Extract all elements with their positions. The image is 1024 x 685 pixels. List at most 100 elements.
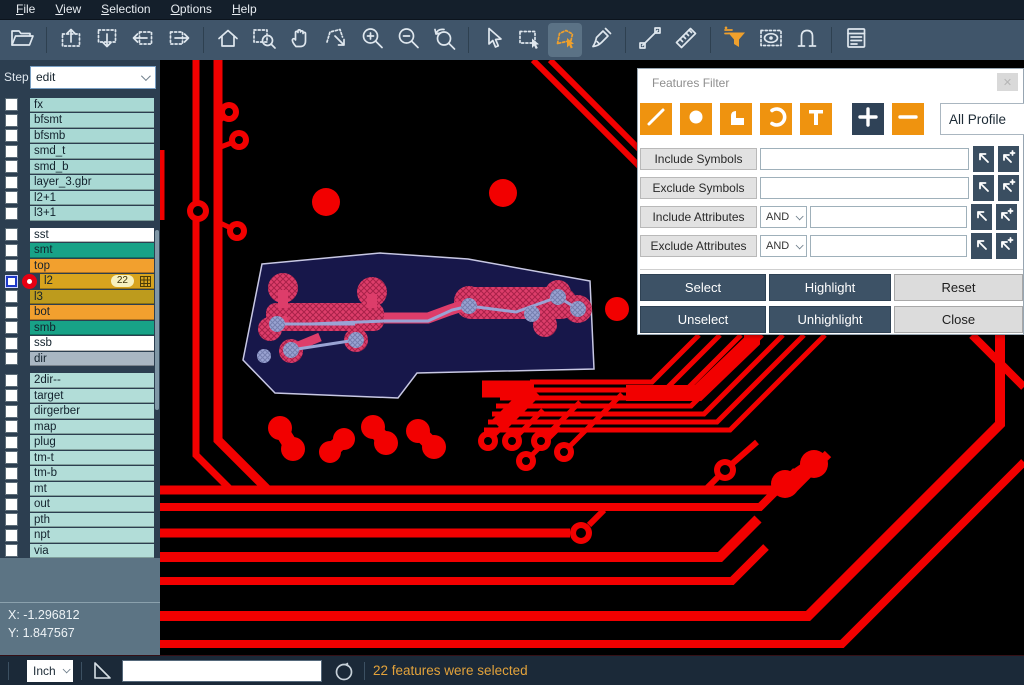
exclude-symbols-input[interactable] xyxy=(760,177,969,199)
layer-grid-icon[interactable] xyxy=(140,276,151,287)
layer-name-cell[interactable]: dirgerber xyxy=(30,404,154,419)
layer-name-cell[interactable]: 2dir-- xyxy=(30,373,154,388)
arc-filter-button[interactable] xyxy=(760,103,792,135)
layer-row-dirgerber[interactable]: dirgerber xyxy=(0,404,160,420)
layer-visibility-checkbox[interactable] xyxy=(5,405,18,418)
menu-view[interactable]: View xyxy=(45,1,91,18)
exclude-attributes-input[interactable] xyxy=(810,235,967,257)
layer-name-cell[interactable]: via xyxy=(30,544,154,559)
layer-row-bfsmb[interactable]: bfsmb xyxy=(0,128,160,144)
layer-row-l2[interactable]: l222 xyxy=(0,274,160,290)
layer-visibility-checkbox[interactable] xyxy=(5,145,18,158)
layer-visibility-checkbox[interactable] xyxy=(5,467,18,480)
layer-visibility-checkbox[interactable] xyxy=(5,290,18,303)
units-select[interactable]: Inch xyxy=(27,660,73,682)
include-symbols-button[interactable]: Include Symbols xyxy=(640,148,757,170)
layer-name-cell[interactable]: plug xyxy=(30,435,154,450)
refresh-icon[interactable] xyxy=(332,659,356,683)
shift-up-button[interactable] xyxy=(54,23,88,57)
include-attributes-input[interactable] xyxy=(810,206,967,228)
layer-name-cell[interactable]: pth xyxy=(30,513,154,528)
layer-row-mt[interactable]: mt xyxy=(0,481,160,497)
layer-name-cell[interactable]: sst xyxy=(30,228,154,243)
pick-add-symbol-button[interactable] xyxy=(998,175,1019,201)
layer-row-smb[interactable]: smb xyxy=(0,320,160,336)
include-symbols-input[interactable] xyxy=(760,148,969,170)
menu-options[interactable]: Options xyxy=(161,1,222,18)
layer-name-cell[interactable]: target xyxy=(30,389,154,404)
layer-visibility-checkbox[interactable] xyxy=(5,306,18,319)
layer-row-top[interactable]: top xyxy=(0,258,160,274)
layer-row-fx[interactable]: fx xyxy=(0,97,160,113)
layer-name-cell[interactable]: mt xyxy=(30,482,154,497)
net-trace-button[interactable] xyxy=(790,23,824,57)
layer-row-target[interactable]: target xyxy=(0,388,160,404)
layer-name-cell[interactable]: dir xyxy=(30,352,154,367)
layer-name-cell[interactable]: map xyxy=(30,420,154,435)
pick-attribute-button[interactable] xyxy=(971,233,992,259)
layer-row-tm-t[interactable]: tm-t xyxy=(0,450,160,466)
pad-filter-button[interactable] xyxy=(680,103,712,135)
layer-visibility-checkbox[interactable] xyxy=(5,544,18,557)
zoom-object-button[interactable] xyxy=(319,23,353,57)
text-filter-button[interactable] xyxy=(800,103,832,135)
layer-row-2dir--[interactable]: 2dir-- xyxy=(0,373,160,389)
layer-row-l3+1[interactable]: l3+1 xyxy=(0,206,160,222)
line-filter-button[interactable] xyxy=(640,103,672,135)
pick-symbol-button[interactable] xyxy=(973,146,994,172)
view-options-button[interactable] xyxy=(754,23,788,57)
layer-visibility-checkbox[interactable] xyxy=(5,451,18,464)
layer-name-cell[interactable]: smd_b xyxy=(30,160,154,175)
layer-row-smt[interactable]: smt xyxy=(0,243,160,259)
step-select[interactable]: edit xyxy=(30,66,156,89)
pick-add-attribute-button[interactable] xyxy=(996,233,1017,259)
unhighlight-button[interactable]: Unhighlight xyxy=(769,306,891,333)
layer-visibility-checkbox[interactable] xyxy=(5,160,18,173)
add-filter-button[interactable] xyxy=(852,103,884,135)
command-input[interactable] xyxy=(122,660,322,682)
layer-name-cell[interactable]: npt xyxy=(30,528,154,543)
select-button[interactable]: Select xyxy=(640,274,766,301)
layer-visibility-checkbox[interactable] xyxy=(5,374,18,387)
clean-brush-button[interactable] xyxy=(584,23,618,57)
dialog-close-button[interactable]: ✕ xyxy=(997,73,1018,91)
layer-visibility-checkbox[interactable] xyxy=(5,228,18,241)
home-view-button[interactable] xyxy=(211,23,245,57)
menu-help[interactable]: Help xyxy=(222,1,267,18)
layer-row-via[interactable]: via xyxy=(0,543,160,559)
layer-visibility-checkbox[interactable] xyxy=(5,98,18,111)
layer-name-cell[interactable]: fx xyxy=(30,98,154,113)
layer-list-scrollbar[interactable] xyxy=(155,230,159,410)
select-arrow-button[interactable] xyxy=(476,23,510,57)
layer-visibility-checkbox[interactable] xyxy=(5,259,18,272)
layer-row-sst[interactable]: sst xyxy=(0,227,160,243)
menu-file[interactable]: File xyxy=(6,1,45,18)
include-attributes-button[interactable]: Include Attributes xyxy=(640,206,757,228)
layer-row-l3[interactable]: l3 xyxy=(0,289,160,305)
layer-visibility-checkbox[interactable] xyxy=(5,191,18,204)
layer-name-cell[interactable]: out xyxy=(30,497,154,512)
panel-list-button[interactable] xyxy=(839,23,873,57)
highlight-button[interactable]: Highlight xyxy=(769,274,891,301)
layer-row-out[interactable]: out xyxy=(0,497,160,513)
unselect-button[interactable]: Unselect xyxy=(640,306,766,333)
layer-row-smd_t[interactable]: smd_t xyxy=(0,144,160,160)
reset-button[interactable]: Reset xyxy=(894,274,1023,301)
close-button[interactable]: Close xyxy=(894,306,1023,333)
polygon-select-button[interactable] xyxy=(548,23,582,57)
remove-filter-button[interactable] xyxy=(892,103,924,135)
layer-visibility-checkbox[interactable] xyxy=(5,129,18,142)
layer-visibility-checkbox[interactable] xyxy=(5,352,18,365)
layer-visibility-checkbox[interactable] xyxy=(5,498,18,511)
layer-visibility-checkbox[interactable] xyxy=(5,176,18,189)
exclude-attributes-operator-select[interactable]: AND xyxy=(760,235,807,257)
ruler-button[interactable] xyxy=(669,23,703,57)
layer-name-cell[interactable]: smt xyxy=(30,243,154,258)
layer-row-npt[interactable]: npt xyxy=(0,528,160,544)
zoom-in-button[interactable] xyxy=(355,23,389,57)
layer-name-cell[interactable]: bfsmt xyxy=(30,113,154,128)
include-attributes-operator-select[interactable]: AND xyxy=(760,206,807,228)
layer-visibility-checkbox[interactable] xyxy=(5,337,18,350)
layer-visibility-checkbox[interactable] xyxy=(5,207,18,220)
layer-name-cell[interactable]: l222 xyxy=(40,274,154,289)
